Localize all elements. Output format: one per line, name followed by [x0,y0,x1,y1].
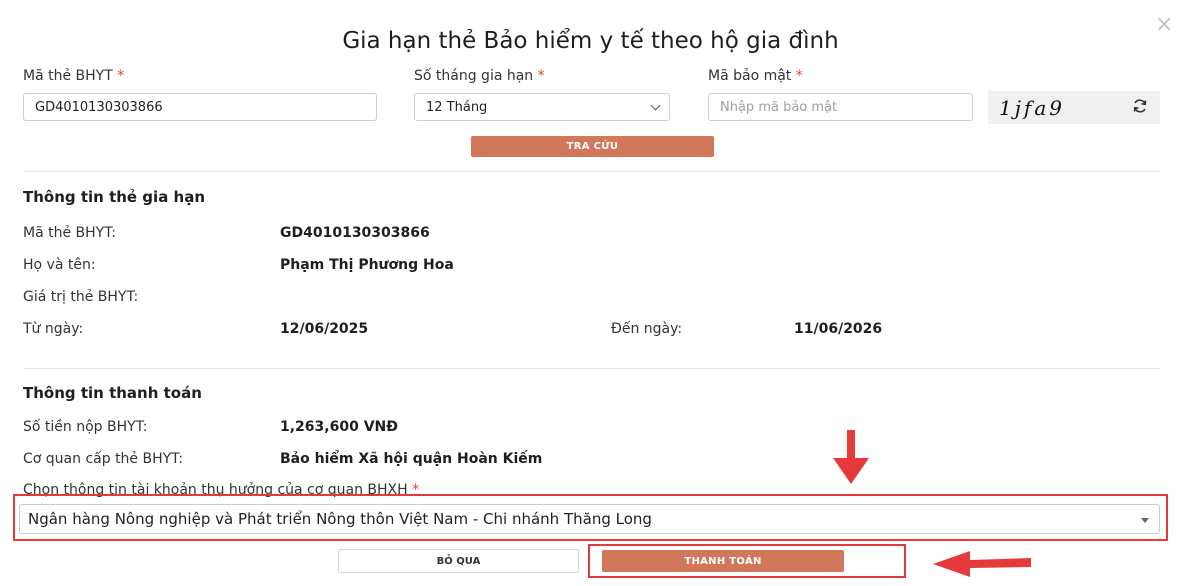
annotation-highlight-box [13,494,1168,541]
issuing-agency-value: Bảo hiểm Xã hội quận Hoàn Kiếm [280,451,543,467]
security-code-label: Mã bảo mật * [708,68,803,84]
divider [23,368,1160,369]
security-code-placeholder: Nhập mã bảo mật [720,99,838,115]
required-mark: * [795,68,803,84]
security-code-input[interactable]: Nhập mã bảo mật [708,93,973,121]
refresh-icon[interactable] [1132,98,1148,114]
lookup-button[interactable]: TRA CỨU [471,136,714,157]
card-number-label: Mã thẻ BHYT * [23,68,124,84]
card-number-info-label: Mã thẻ BHYT: [23,225,116,241]
full-name-label: Họ và tên: [23,257,96,273]
annotation-arrow-left-icon [933,551,1031,577]
card-number-input[interactable]: GD4010130303866 [23,93,377,121]
payment-section-title: Thông tin thanh toán [23,384,202,402]
captcha-image: 1jfa9 [988,91,1160,124]
card-validity-label: Giá trị thẻ BHYT: [23,289,139,305]
to-date-value: 11/06/2026 [794,321,883,337]
months-label: Số tháng gia hạn * [414,68,545,84]
card-number-info-value: GD4010130303866 [280,225,430,241]
to-date-label: Đến ngày: [611,321,683,337]
card-number-label-text: Mã thẻ BHYT [23,68,113,84]
months-label-text: Số tháng gia hạn [414,68,534,84]
months-select-value: 12 Tháng [426,99,488,115]
from-date-label: Từ ngày: [23,321,84,337]
annotation-highlight-box [588,544,906,578]
chevron-down-icon [650,100,661,111]
amount-value: 1,263,600 VNĐ [280,419,398,435]
annotation-arrow-down-icon [833,430,869,484]
amount-label: Số tiền nộp BHYT: [23,419,148,435]
full-name-value: Phạm Thị Phương Hoa [280,257,454,273]
card-number-input-value: GD4010130303866 [35,99,163,115]
from-date-value: 12/06/2025 [280,321,369,337]
issuing-agency-label: Cơ quan cấp thẻ BHYT: [23,451,183,467]
required-mark: * [117,68,125,84]
security-code-label-text: Mã bảo mật [708,68,792,84]
months-select[interactable]: 12 Tháng [414,93,670,121]
skip-button[interactable]: BỎ QUA [338,549,579,573]
dialog-title: Gia hạn thẻ Bảo hiểm y tế theo hộ gia đì… [342,28,839,54]
card-info-section-title: Thông tin thẻ gia hạn [23,188,206,206]
divider [23,171,1160,172]
required-mark: * [537,68,545,84]
captcha-text: 1jfa9 [999,95,1065,120]
